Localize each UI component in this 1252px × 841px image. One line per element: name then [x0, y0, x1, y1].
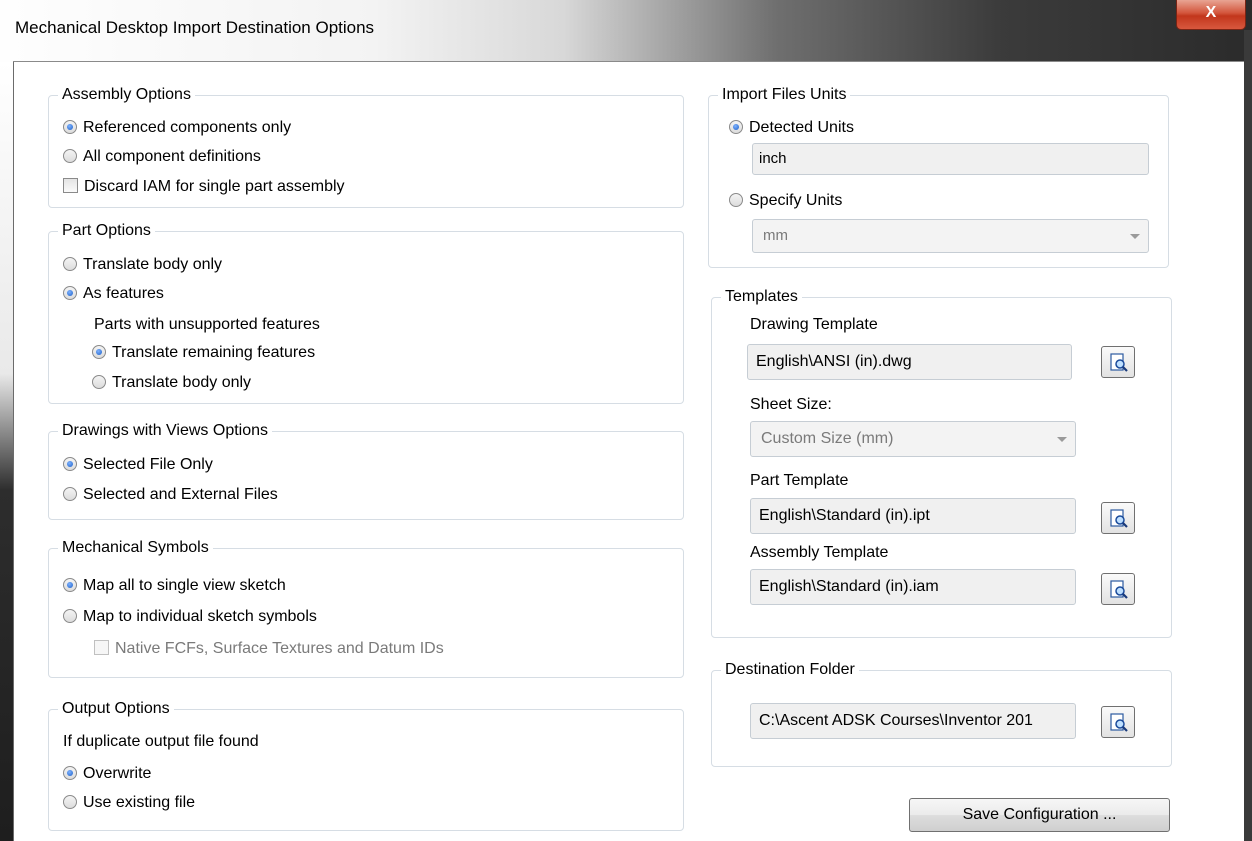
browse-part-template-button[interactable]	[1101, 502, 1135, 534]
chevron-down-icon	[1057, 437, 1067, 442]
radio-icon	[63, 766, 77, 780]
drawing-template-field[interactable]: English\ANSI (in).dwg	[747, 344, 1072, 380]
unsupported-features-label: Parts with unsupported features	[94, 316, 320, 333]
radio-icon	[63, 578, 77, 592]
radio-icon	[63, 120, 77, 134]
radio-translate-body-only[interactable]: Translate body only	[63, 256, 222, 274]
destination-folder-field[interactable]: C:\Ascent ADSK Courses\Inventor 201	[750, 703, 1076, 739]
radio-label: Use existing file	[83, 794, 196, 811]
radio-referenced-components[interactable]: Referenced components only	[63, 119, 291, 137]
browse-drawing-template-button[interactable]	[1101, 346, 1135, 378]
radio-selected-file-only[interactable]: Selected File Only	[63, 456, 213, 474]
templates-legend: Templates	[721, 288, 802, 306]
drawings-options-group	[48, 431, 684, 520]
radio-label: Map to individual sketch symbols	[83, 608, 317, 625]
radio-icon	[63, 286, 77, 300]
radio-icon	[63, 487, 77, 501]
radio-all-component-definitions[interactable]: All component definitions	[63, 148, 261, 166]
window-title: Mechanical Desktop Import Destination Op…	[15, 18, 375, 37]
radio-icon	[92, 345, 106, 359]
radio-label: Translate body only	[112, 374, 252, 391]
output-options-legend: Output Options	[58, 700, 174, 718]
radio-label: Specify Units	[749, 192, 843, 209]
assembly-template-label: Assembly Template	[750, 544, 889, 561]
radio-map-single-view[interactable]: Map all to single view sketch	[63, 577, 286, 595]
part-options-legend: Part Options	[58, 222, 155, 240]
checkbox-icon	[63, 178, 78, 193]
specify-units-dropdown[interactable]: mm	[752, 219, 1149, 253]
sheet-size-label: Sheet Size:	[750, 396, 832, 413]
checkbox-icon	[94, 640, 109, 655]
radio-icon	[63, 609, 77, 623]
window-frame-left	[0, 62, 14, 841]
radio-icon	[729, 193, 743, 207]
checkbox-discard-iam[interactable]: Discard IAM for single part assembly	[63, 178, 345, 196]
mechanical-symbols-legend: Mechanical Symbols	[58, 539, 213, 557]
save-configuration-button[interactable]: Save Configuration ...	[909, 798, 1170, 832]
title-bar: Mechanical Desktop Import Destination Op…	[0, 0, 1252, 62]
radio-label: Overwrite	[83, 765, 152, 782]
dropdown-value: mm	[763, 227, 788, 244]
radio-icon	[63, 149, 77, 163]
radio-icon	[63, 257, 77, 271]
drawing-template-label: Drawing Template	[750, 316, 878, 333]
radio-translate-body-only-sub[interactable]: Translate body only	[92, 374, 251, 392]
radio-detected-units[interactable]: Detected Units	[729, 119, 854, 137]
checkbox-label: Discard IAM for single part assembly	[84, 178, 345, 195]
duplicate-file-label: If duplicate output file found	[63, 733, 259, 750]
radio-specify-units[interactable]: Specify Units	[729, 192, 842, 210]
detected-units-field: inch	[752, 143, 1149, 175]
radio-translate-remaining-features[interactable]: Translate remaining features	[92, 344, 315, 362]
browse-folder-icon	[1110, 713, 1128, 732]
window-frame-top	[13, 61, 1244, 62]
browse-destination-button[interactable]	[1101, 706, 1135, 738]
radio-label: Detected Units	[749, 119, 854, 136]
browse-folder-icon	[1110, 353, 1128, 372]
radio-label: Referenced components only	[83, 119, 292, 136]
import-units-legend: Import Files Units	[718, 86, 851, 104]
part-template-field[interactable]: English\Standard (in).ipt	[750, 498, 1076, 534]
radio-label: Translate remaining features	[112, 344, 316, 361]
assembly-options-legend: Assembly Options	[58, 86, 195, 104]
browse-folder-icon	[1110, 509, 1128, 528]
radio-label: All component definitions	[83, 148, 261, 165]
radio-icon	[729, 120, 743, 134]
radio-icon	[63, 457, 77, 471]
radio-label: As features	[83, 285, 164, 302]
radio-label: Map all to single view sketch	[83, 577, 286, 594]
destination-folder-legend: Destination Folder	[721, 661, 859, 679]
close-icon: X	[1205, 4, 1217, 21]
radio-label: Translate body only	[83, 256, 223, 273]
part-template-label: Part Template	[750, 472, 849, 489]
radio-as-features[interactable]: As features	[63, 285, 164, 303]
radio-label: Selected and External Files	[83, 486, 278, 503]
chevron-down-icon	[1130, 234, 1140, 239]
radio-selected-and-external[interactable]: Selected and External Files	[63, 486, 278, 504]
radio-icon	[63, 795, 77, 809]
checkbox-label: Native FCFs, Surface Textures and Datum …	[115, 640, 444, 657]
radio-icon	[92, 375, 106, 389]
checkbox-native-fcfs[interactable]: Native FCFs, Surface Textures and Datum …	[94, 640, 444, 658]
close-button[interactable]: X	[1176, 0, 1246, 30]
dropdown-value: Custom Size (mm)	[761, 430, 894, 447]
window-frame-right	[1244, 30, 1252, 841]
window-frame-edge	[13, 62, 14, 841]
radio-label: Selected File Only	[83, 456, 213, 473]
radio-overwrite[interactable]: Overwrite	[63, 765, 151, 783]
radio-use-existing[interactable]: Use existing file	[63, 794, 195, 812]
drawings-options-legend: Drawings with Views Options	[58, 422, 273, 440]
assembly-template-field[interactable]: English\Standard (in).iam	[750, 569, 1076, 605]
browse-assembly-template-button[interactable]	[1101, 573, 1135, 605]
browse-folder-icon	[1110, 580, 1128, 599]
radio-map-individual-symbols[interactable]: Map to individual sketch symbols	[63, 608, 317, 626]
sheet-size-dropdown[interactable]: Custom Size (mm)	[750, 421, 1076, 457]
